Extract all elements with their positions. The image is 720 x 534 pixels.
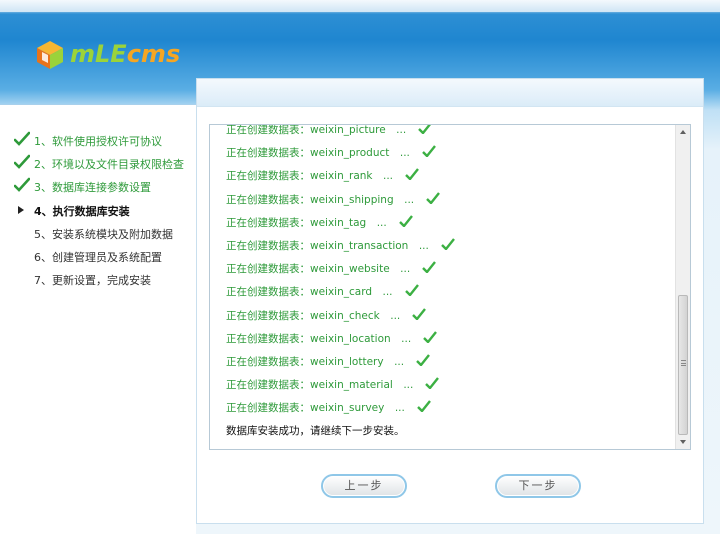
logo-text-part2: cms xyxy=(126,40,181,68)
sidebar: 1、软件使用授权许可协议 2、环境以及文件目录权限检查 3、数据库连接参数设置 … xyxy=(0,104,196,534)
logo-text: mLEcms xyxy=(70,40,180,68)
step-label: 2、环境以及文件目录权限检查 xyxy=(34,157,184,171)
check-icon xyxy=(14,154,34,172)
log-line: 正在创建数据表：weixin_survey ... xyxy=(226,397,666,420)
logo-text-part1: mLE xyxy=(70,40,127,68)
step-2: 2、环境以及文件目录权限检查 xyxy=(14,152,184,175)
scrollbar-thumb[interactable] xyxy=(678,295,688,435)
log-line: 正在创建数据表：weixin_transaction ... xyxy=(226,235,666,258)
step-label: 4、执行数据库安装 xyxy=(34,204,130,218)
step-1: 1、软件使用授权许可协议 xyxy=(14,129,184,152)
grip-icon xyxy=(681,360,686,366)
scroll-up-arrow-icon[interactable] xyxy=(676,125,690,139)
check-icon xyxy=(426,191,441,204)
check-icon xyxy=(440,238,455,250)
panel-header xyxy=(197,79,703,107)
check-icon xyxy=(412,307,427,320)
log-line: 正在创建数据表：weixin_tag ... xyxy=(226,212,666,235)
log-line: 正在创建数据表：weixin_product ... xyxy=(226,142,666,165)
check-icon xyxy=(416,354,431,366)
prev-step-button[interactable]: 上一步 xyxy=(321,474,407,498)
log-line: 正在创建数据表：weixin_location ... xyxy=(226,328,666,351)
next-step-button[interactable]: 下一步 xyxy=(495,474,581,498)
logo: mLEcms xyxy=(36,38,180,74)
install-log[interactable]: 正在创建数据表：weixin_picture ... 正在创建数据表：weixi… xyxy=(209,124,691,450)
step-label: 7、更新设置，完成安装 xyxy=(34,274,151,288)
log-line: 正在创建数据表：weixin_website ... xyxy=(226,258,666,281)
check-icon xyxy=(416,400,431,413)
step-label: 3、数据库连接参数设置 xyxy=(34,181,151,195)
log-line: 正在创建数据表：weixin_check ... xyxy=(226,305,666,328)
step-label: 6、创建管理员及系统配置 xyxy=(34,251,162,265)
install-steps: 1、软件使用授权许可协议 2、环境以及文件目录权限检查 3、数据库连接参数设置 … xyxy=(14,129,184,292)
check-icon xyxy=(418,125,432,134)
log-line: 正在创建数据表：weixin_card ... xyxy=(226,281,666,304)
step-label: 1、软件使用授权许可协议 xyxy=(34,134,162,148)
step-6: 6、创建管理员及系统配置 xyxy=(14,245,184,268)
log-line: 正在创建数据表：weixin_picture ... xyxy=(226,125,666,142)
check-icon xyxy=(14,131,34,149)
check-icon xyxy=(422,261,437,274)
step-label: 5、安装系统模块及附加数据 xyxy=(34,227,173,241)
logo-cube-icon xyxy=(37,41,63,69)
log-line: 正在创建数据表：weixin_lottery ... xyxy=(226,351,666,374)
log-line: 正在创建数据表：weixin_material ... xyxy=(226,374,666,397)
log-line: 正在创建数据表：weixin_rank ... xyxy=(226,165,666,188)
log-line: 正在创建数据表：weixin_shipping ... xyxy=(226,189,666,212)
check-icon xyxy=(425,377,440,390)
main-panel: 正在创建数据表：weixin_picture ... 正在创建数据表：weixi… xyxy=(196,78,704,524)
current-step-arrow-icon xyxy=(14,203,34,219)
step-7: 7、更新设置，完成安装 xyxy=(14,269,184,292)
log-scrollbar[interactable] xyxy=(675,125,690,449)
install-success-message: 数据库安装成功，请继续下一步安装。 xyxy=(226,425,405,438)
scroll-down-arrow-icon[interactable] xyxy=(676,435,690,449)
check-icon xyxy=(405,168,419,181)
top-strip xyxy=(0,0,720,12)
log-lines: 正在创建数据表：weixin_picture ... 正在创建数据表：weixi… xyxy=(226,125,666,443)
check-icon xyxy=(14,177,34,195)
check-icon xyxy=(404,284,419,297)
check-icon xyxy=(423,330,438,343)
step-3: 3、数据库连接参数设置 xyxy=(14,176,184,199)
check-icon xyxy=(398,215,413,227)
check-icon xyxy=(422,145,436,158)
step-5: 5、安装系统模块及附加数据 xyxy=(14,222,184,245)
step-4: 4、执行数据库安装 xyxy=(14,199,184,222)
